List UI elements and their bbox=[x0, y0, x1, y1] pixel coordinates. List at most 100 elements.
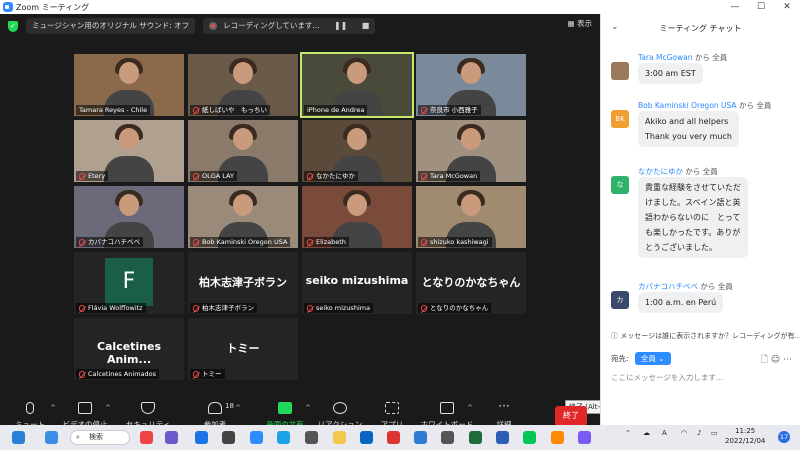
app-icon[interactable] bbox=[305, 431, 318, 444]
participant-tile[interactable]: seiko mizushima seiko mizushima bbox=[302, 252, 412, 314]
send-to-value: 全員 bbox=[640, 354, 656, 363]
folder-icon[interactable] bbox=[333, 431, 346, 444]
taskbar-search[interactable]: ⌕ 検索 bbox=[70, 430, 130, 445]
ime-indicator[interactable]: A bbox=[662, 429, 667, 437]
chat-panel: ⌄ ミーティング チャット Tara McGowan から 全員 3:00 am … bbox=[600, 14, 800, 425]
widgets-icon[interactable] bbox=[12, 431, 25, 444]
participant-tile[interactable]: 奈良市 小西雅子 bbox=[416, 54, 526, 116]
app-icon[interactable] bbox=[387, 431, 400, 444]
participant-video bbox=[233, 62, 253, 84]
participant-tile[interactable]: F Flávia Wolffowitz bbox=[74, 252, 184, 314]
stop-recording-button[interactable]: ■ bbox=[362, 21, 370, 30]
chevron-down-icon[interactable]: ⌄ bbox=[611, 22, 619, 32]
end-meeting-button[interactable]: 終了 bbox=[555, 406, 587, 426]
participant-tile[interactable]: 柏木志津子ボラン 柏木志津子ボラン bbox=[188, 252, 298, 314]
close-button[interactable]: ✕ bbox=[774, 0, 800, 14]
messenger-icon[interactable] bbox=[578, 431, 591, 444]
encryption-shield-icon[interactable]: ✓ bbox=[8, 20, 18, 32]
sender-name[interactable]: Tara McGowan bbox=[638, 53, 692, 62]
participants-count: 18 bbox=[225, 402, 234, 410]
participant-name: 柏木志津子ボラン bbox=[202, 304, 254, 312]
pause-recording-button[interactable]: ❚❚ bbox=[334, 21, 347, 30]
meeting-topbar: ✓ ミュージシャン用のオリジナル サウンド: オフ レコーディングしています..… bbox=[0, 14, 600, 38]
word-icon[interactable] bbox=[496, 431, 509, 444]
edge-icon[interactable] bbox=[277, 431, 290, 444]
outlook-icon[interactable] bbox=[360, 431, 373, 444]
muted-mic-icon bbox=[307, 172, 313, 180]
teams-icon[interactable] bbox=[165, 431, 178, 444]
sender-name[interactable]: なかたにゆか bbox=[638, 167, 683, 176]
recipient-label: から 全員 bbox=[738, 101, 772, 110]
message-bubble: 1:00 a.m. en Perú bbox=[638, 292, 724, 313]
search-icon: ⌕ bbox=[76, 433, 80, 441]
message-line: けました。スペイン語と英 bbox=[645, 198, 741, 207]
ellipsis-icon: ··· bbox=[498, 399, 510, 413]
app-icon[interactable] bbox=[222, 431, 235, 444]
chat-input[interactable]: ここにメッセージを入力します... bbox=[611, 372, 723, 383]
participant-tile[interactable]: OLGA LAY bbox=[188, 120, 298, 182]
app-icon[interactable] bbox=[441, 431, 454, 444]
app-icon[interactable] bbox=[414, 431, 427, 444]
caret-up-icon[interactable]: ^ bbox=[235, 404, 241, 412]
start-icon[interactable] bbox=[45, 431, 58, 444]
original-sound-toggle[interactable]: ミュージシャン用のオリジナル サウンド: オフ bbox=[26, 18, 196, 34]
participant-tile[interactable]: Tamara Reyes - Chile bbox=[74, 54, 184, 116]
zoom-taskbar-icon[interactable] bbox=[250, 431, 263, 444]
chat-header: ⌄ ミーティング チャット bbox=[601, 14, 800, 42]
send-to-select[interactable]: 全員 ⌄ bbox=[634, 352, 671, 365]
participant-name: カバナコハチベベ bbox=[88, 238, 140, 246]
maximize-button[interactable]: ☐ bbox=[748, 0, 774, 14]
muted-mic-icon bbox=[307, 238, 313, 246]
visibility-notice[interactable]: ⓘ メッセージは誰に表示されますか？レコーディングが有... bbox=[611, 331, 800, 341]
participant-name: shizuko kashiwagi bbox=[430, 238, 489, 246]
participant-video bbox=[461, 194, 481, 216]
participant-name: Bob Kaminski Oregon USA bbox=[202, 238, 288, 246]
muted-mic-icon bbox=[79, 238, 85, 246]
taskbar-clock[interactable]: 11:25 2022/12/04 bbox=[725, 426, 765, 446]
recording-indicator: レコーディングしています... ❚❚ ■ bbox=[203, 18, 376, 34]
wifi-icon[interactable]: ◠ bbox=[681, 429, 687, 437]
participant-tile[interactable]: Bob Kaminski Oregon USA bbox=[188, 186, 298, 248]
chrome-icon[interactable] bbox=[140, 431, 153, 444]
participant-video bbox=[461, 62, 481, 84]
notification-badge[interactable]: 17 bbox=[778, 431, 790, 443]
sender-line: なかたにゆか から 全員 bbox=[638, 166, 718, 177]
participant-tile[interactable]: カバナコハチベベ bbox=[74, 186, 184, 248]
view-button[interactable]: ▦ 表示 bbox=[568, 18, 592, 29]
speaker-icon[interactable]: ♪ bbox=[697, 429, 701, 437]
sender-name[interactable]: Bob Kaminski Oregon USA bbox=[638, 101, 737, 110]
mail-icon[interactable] bbox=[195, 431, 208, 444]
participant-tile[interactable]: Etery bbox=[74, 120, 184, 182]
battery-icon[interactable]: ▭ bbox=[711, 429, 718, 437]
apps-icon bbox=[385, 402, 399, 414]
caret-up-icon[interactable]: ^ bbox=[105, 404, 111, 412]
participant-tile[interactable]: iPhone de Andrea bbox=[300, 52, 414, 118]
emoji-icon[interactable]: ☺ bbox=[771, 355, 780, 365]
participant-tile[interactable]: 紙しばいや もっちい bbox=[188, 54, 298, 116]
participant-tile[interactable]: となりのかなちゃん となりのかなちゃん bbox=[416, 252, 526, 314]
message-line: Thank you very much bbox=[645, 132, 732, 141]
caret-up-icon[interactable]: ^ bbox=[467, 404, 473, 412]
cloud-icon[interactable]: ☁ bbox=[643, 429, 650, 437]
muted-mic-icon bbox=[193, 304, 199, 312]
message-line: も楽しかったです。ありが bbox=[645, 228, 741, 237]
participant-tile[interactable]: Tara McGowan bbox=[416, 120, 526, 182]
participant-video bbox=[119, 194, 139, 216]
participant-tile[interactable]: shizuko kashiwagi bbox=[416, 186, 526, 248]
message-line: 語わからないのに とって bbox=[645, 213, 741, 222]
line-icon[interactable] bbox=[523, 431, 536, 444]
window-titlebar: Zoom ミーティング — ☐ ✕ bbox=[0, 0, 800, 14]
participant-tile[interactable]: Calcetines Anim... Calcetines Animados bbox=[74, 318, 184, 380]
recipient-label: から 全員 bbox=[694, 53, 728, 62]
search-label: 検索 bbox=[89, 433, 103, 441]
participant-tile[interactable]: Elizabeth bbox=[302, 186, 412, 248]
minimize-button[interactable]: — bbox=[722, 0, 748, 14]
file-icon[interactable]: 🗋 bbox=[761, 355, 768, 365]
tray-expand-icon[interactable]: ⌃ bbox=[625, 429, 631, 437]
participant-tile[interactable]: トミー トミー bbox=[188, 318, 298, 380]
sender-name[interactable]: カバナコハチベベ bbox=[638, 282, 698, 291]
participant-tile[interactable]: なかたにゆか bbox=[302, 120, 412, 182]
app-icon[interactable] bbox=[551, 431, 564, 444]
more-icon[interactable]: ⋯ bbox=[783, 355, 792, 365]
excel-icon[interactable] bbox=[469, 431, 482, 444]
